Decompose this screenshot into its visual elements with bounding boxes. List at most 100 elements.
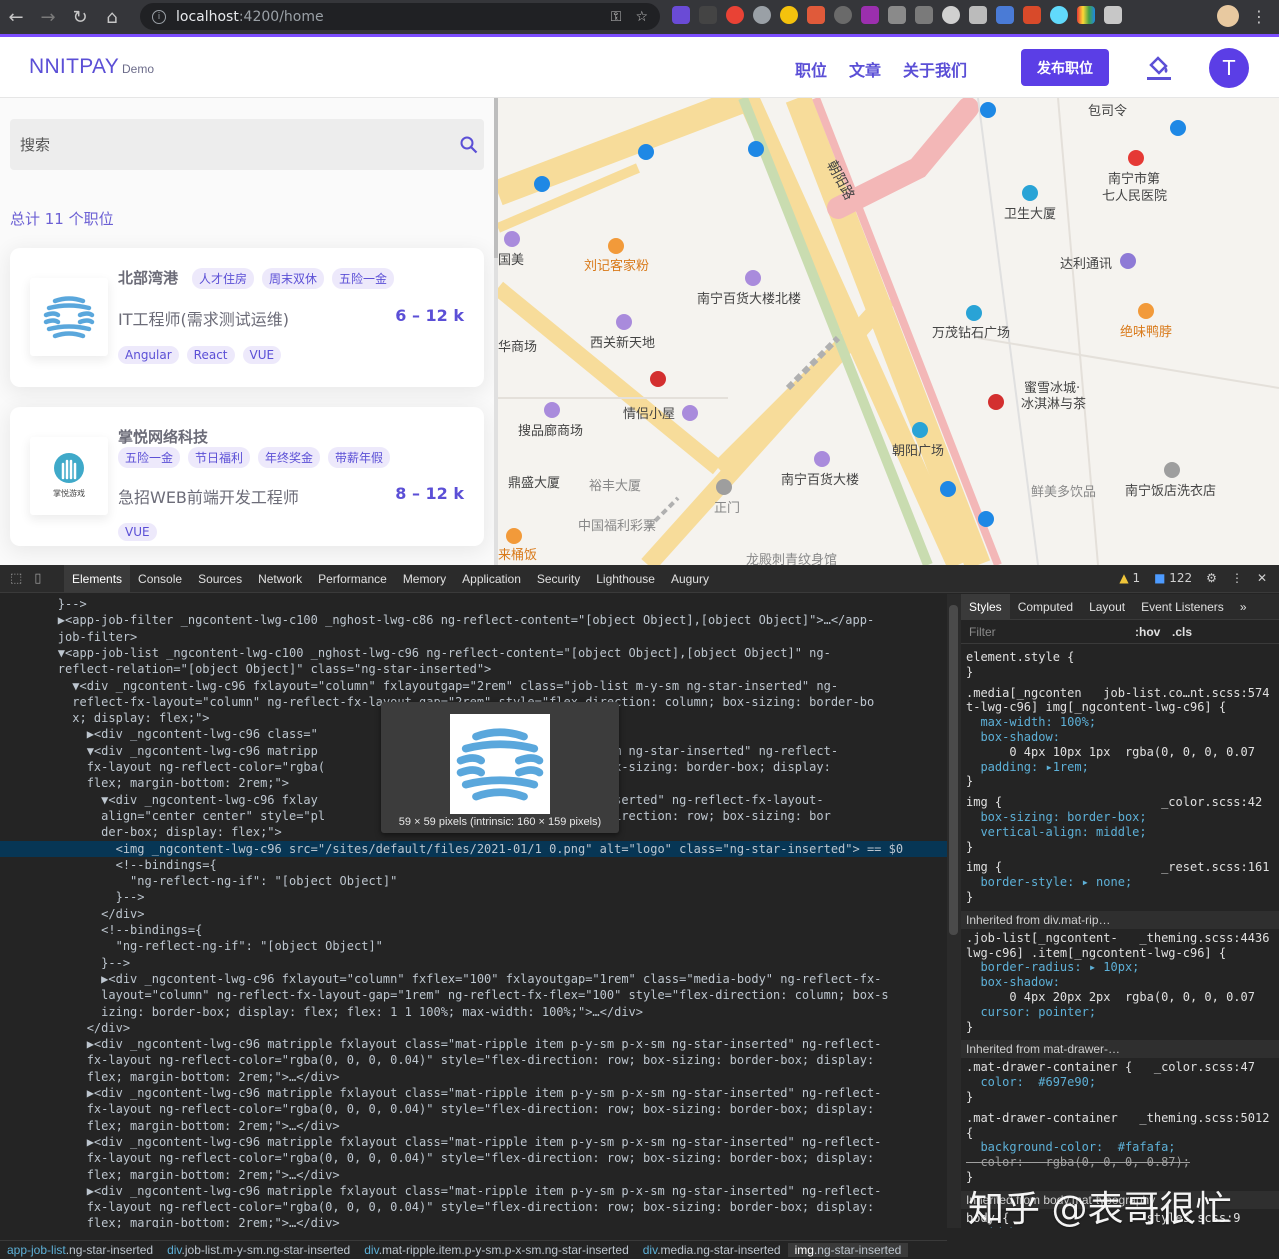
tab-network[interactable]: Network	[250, 565, 310, 593]
back-icon[interactable]: ←	[0, 1, 32, 33]
bus-stop-icon[interactable]	[1170, 120, 1186, 136]
style-rule-line[interactable]: background-color: #fafafa;	[966, 1140, 1276, 1155]
close-icon[interactable]: ✕	[1257, 571, 1267, 585]
bus-stop-icon[interactable]	[534, 176, 550, 192]
style-rule-line[interactable]: {	[966, 1126, 1276, 1141]
dom-node-line[interactable]: ▼<div _ngcontent-lwg-c96 fxlayout="colum…	[0, 678, 947, 694]
key-icon[interactable]: ⚿	[611, 9, 622, 25]
tab-performance[interactable]: Performance	[310, 565, 395, 593]
dom-node-line[interactable]: ▶<div _ngcontent-lwg-c96 matripple fxlay…	[0, 1134, 947, 1150]
user-avatar[interactable]: T	[1209, 48, 1249, 88]
style-rule-line[interactable]: }	[966, 890, 1276, 905]
style-rule-line[interactable]: .mat-drawer-container { _color.scss:47	[966, 1060, 1276, 1075]
dom-node-line[interactable]: </div>	[0, 1020, 947, 1036]
dom-node-line[interactable]: }-->	[0, 889, 947, 905]
tab-memory[interactable]: Memory	[395, 565, 454, 593]
style-rule-line[interactable]: .mat-drawer-container _theming.scss:5012	[966, 1111, 1276, 1126]
style-rule-line[interactable]: 0 4px 20px 2px rgba(0, 0, 0, 0.07	[966, 990, 1276, 1005]
restaurant-icon[interactable]	[1138, 303, 1154, 319]
dom-node-line[interactable]: ▶<div _ngcontent-lwg-c96 matripple fxlay…	[0, 1085, 947, 1101]
tab-console[interactable]: Console	[130, 565, 190, 593]
dom-node-line[interactable]: flex; margin-bottom: 2rem;">…</div>	[0, 1118, 947, 1134]
dom-node-line[interactable]: fx-layout ng-reflect-color="rgba(0, 0, 0…	[0, 1199, 947, 1215]
inspect-element-icon[interactable]: ⬚	[10, 571, 22, 586]
style-rule-line[interactable]: }	[966, 665, 1276, 680]
building-icon[interactable]	[1022, 185, 1038, 201]
reload-icon[interactable]: ↻	[64, 1, 96, 33]
nav-jobs[interactable]: 职位	[795, 57, 827, 81]
extension-icon[interactable]	[834, 6, 852, 24]
dom-node-line[interactable]: "ng-reflect-ng-if": "[object Object]"	[0, 873, 947, 889]
dom-node-line[interactable]: "ng-reflect-ng-if": "[object Object]"	[0, 938, 947, 954]
style-rule-line[interactable]: border-radius: ▸ 10px;	[966, 960, 1276, 975]
dom-node-line[interactable]: ▶<app-job-filter _ngcontent-lwg-c100 _ng…	[0, 612, 947, 628]
bus-stop-icon[interactable]	[940, 481, 956, 497]
breadcrumb-item[interactable]: div.job-list.m-y-sm.ng-star-inserted	[160, 1243, 357, 1257]
metro-c-icon[interactable]	[978, 511, 994, 527]
shop-icon[interactable]	[1120, 253, 1136, 269]
extension-icon[interactable]	[1050, 6, 1068, 24]
kfc-icon[interactable]	[650, 371, 666, 387]
laundry-icon[interactable]	[1164, 462, 1180, 478]
dom-node-line[interactable]: }-->	[0, 596, 947, 612]
restaurant-icon[interactable]	[608, 238, 624, 254]
style-rule-line[interactable]: box-sizing: border-box;	[966, 810, 1276, 825]
restaurant-icon[interactable]	[506, 528, 522, 544]
style-rule-line[interactable]: color: rgba(0, 0, 0, 0.87);	[966, 1155, 1276, 1170]
extension-icon[interactable]	[780, 6, 798, 24]
more-tabs-icon[interactable]: »	[1232, 594, 1255, 620]
settings-gear-icon[interactable]: ⚙	[1206, 571, 1217, 585]
style-rule-line[interactable]: }	[966, 840, 1276, 855]
tab-computed[interactable]: Computed	[1010, 594, 1081, 620]
tab-elements[interactable]: Elements	[64, 564, 131, 593]
filter-input[interactable]: Filter	[969, 625, 996, 639]
dom-node-line[interactable]: flex; margin-bottom: 2rem;">…</div>	[0, 1069, 947, 1085]
gate-icon[interactable]	[716, 479, 732, 495]
dom-node-line[interactable]: fx-layout ng-reflect-color="rgba(0, 0, 0…	[0, 1052, 947, 1068]
dom-node-line[interactable]: <!--bindings={	[0, 857, 947, 873]
style-rule-line[interactable]: element.style {	[966, 650, 1276, 665]
kfc-icon[interactable]	[988, 394, 1004, 410]
style-rule-line[interactable]: border-style: ▸ none;	[966, 875, 1276, 890]
dom-node-line[interactable]: <!--bindings={	[0, 922, 947, 938]
tab-lighthouse[interactable]: Lighthouse	[588, 565, 663, 593]
breadcrumb-item[interactable]: div.mat-ripple.item.p-y-sm.p-x-sm.ng-sta…	[357, 1243, 636, 1257]
extension-icon[interactable]	[861, 6, 879, 24]
extension-icon[interactable]	[672, 6, 690, 24]
job-card[interactable]: 北部湾港 人才住房 周末双休 五险一金 IT工程师(需求测试运维) 6 – 12…	[10, 248, 484, 387]
style-rule-line[interactable]: cursor: pointer;	[966, 1005, 1276, 1020]
hospital-icon[interactable]	[1128, 150, 1144, 166]
devtools-menu-icon[interactable]: ⋮	[1231, 571, 1243, 585]
dom-node-line[interactable]: flex; margin-bottom: 2rem;">…</div>	[0, 1167, 947, 1183]
style-rule-line[interactable]: img { _reset.scss:161	[966, 860, 1276, 875]
dom-node-line[interactable]: job-filter>	[0, 629, 947, 645]
hov-toggle[interactable]: :hov	[1135, 625, 1160, 639]
job-card[interactable]: 掌悦游戏 掌悦网络科技 五险一金 节日福利 年终奖金 带薪年假 急招WEB前端开…	[10, 407, 484, 546]
style-rule-line[interactable]: img { _color.scss:42	[966, 795, 1276, 810]
dom-node-line[interactable]: layout="column" ng-reflect-fx-layout-gap…	[0, 987, 947, 1003]
extension-icon[interactable]	[942, 6, 960, 24]
style-rule-line[interactable]: padding: ▸1rem;	[966, 760, 1276, 775]
nav-about[interactable]: 关于我们	[903, 57, 967, 81]
extension-icon[interactable]	[888, 6, 906, 24]
style-rule-line[interactable]: }	[966, 774, 1276, 789]
metro-d-icon[interactable]	[980, 102, 996, 118]
style-rule-line[interactable]: color: #697e90;	[966, 1075, 1276, 1090]
address-bar[interactable]: i localhost:4200/home ⚿ ☆	[140, 3, 660, 30]
paint-bucket-icon[interactable]	[1146, 53, 1172, 81]
tab-event-listeners[interactable]: Event Listeners	[1133, 594, 1232, 620]
extension-icon[interactable]	[969, 6, 987, 24]
mall-icon[interactable]	[544, 402, 560, 418]
mall-icon[interactable]	[616, 314, 632, 330]
shop-icon[interactable]	[682, 405, 698, 421]
dom-node-line[interactable]: fx-layout ng-reflect-color="rgba(0, 0, 0…	[0, 1101, 947, 1117]
transit-icon[interactable]	[912, 422, 928, 438]
extension-icon[interactable]	[753, 6, 771, 24]
dom-node-line[interactable]: ▶<div _ngcontent-lwg-c96 matripple fxlay…	[0, 1183, 947, 1199]
brand-logo[interactable]: NNITPAY Demo	[29, 55, 154, 79]
dom-node-line[interactable]: </div>	[0, 906, 947, 922]
extension-icon[interactable]	[1023, 6, 1041, 24]
search-input[interactable]	[20, 134, 440, 156]
elements-tree[interactable]: }--> ▶<app-job-filter _ngcontent-lwg-c10…	[0, 594, 947, 1228]
styles-filter[interactable]: Filter :hov .cls	[961, 620, 1279, 644]
